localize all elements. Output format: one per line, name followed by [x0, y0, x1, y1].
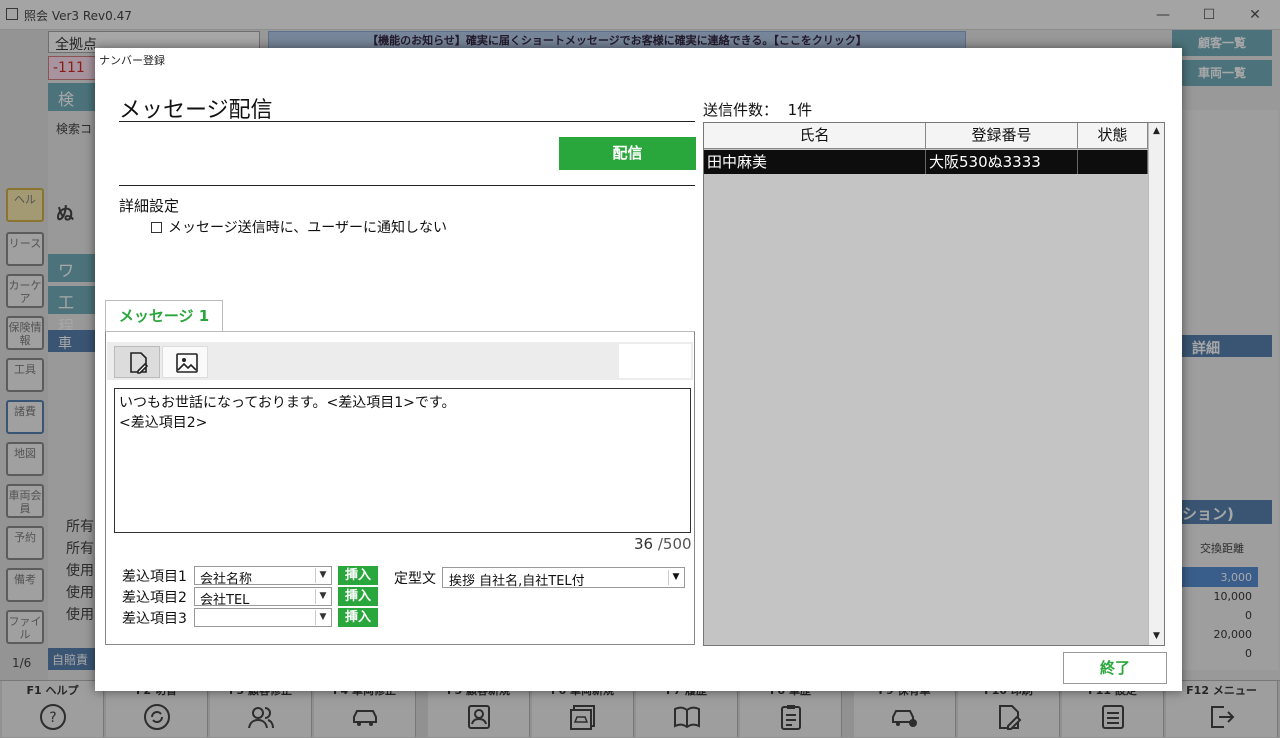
- insert-item-1-value: 会社名称: [200, 572, 253, 587]
- message-tab-panel: いつもお世話になっております。<差込項目1>です。 <差込項目2> 36 /50…: [105, 331, 695, 645]
- tab-message-1[interactable]: メッセージ 1: [105, 300, 223, 332]
- send-count-value: 1件: [787, 101, 813, 119]
- dialog-title: ナンバー登録: [99, 54, 165, 67]
- toolbar-blank: [619, 344, 691, 378]
- insert-item-3-select[interactable]: ▼: [194, 608, 332, 627]
- heading-divider: [119, 121, 695, 122]
- insert-item-3-label: 差込項目3: [122, 611, 187, 627]
- scroll-down-icon[interactable]: ▼: [1149, 629, 1164, 644]
- image-mode-button[interactable]: [162, 346, 208, 378]
- message-textarea[interactable]: いつもお世話になっております。<差込項目1>です。 <差込項目2>: [114, 388, 691, 533]
- insert-item-1-button[interactable]: 挿入: [338, 566, 378, 585]
- char-count: 36: [634, 535, 654, 553]
- insert-item-3-button[interactable]: 挿入: [338, 608, 378, 627]
- cell-plate: 大阪530ぬ3333: [926, 150, 1078, 174]
- send-count-label: 送信件数：: [703, 101, 779, 119]
- no-notify-label: メッセージ送信時に、ユーザーに通知しない: [168, 220, 448, 236]
- text-mode-button[interactable]: [114, 346, 160, 378]
- section-divider: [119, 185, 695, 186]
- insert-item-2-label: 差込項目2: [122, 590, 187, 606]
- column-plate[interactable]: 登録番号: [926, 123, 1078, 149]
- edit-doc-icon: [130, 352, 149, 374]
- cell-name: 田中麻美: [704, 150, 926, 174]
- insert-item-2-button[interactable]: 挿入: [338, 587, 378, 606]
- table-row[interactable]: 田中麻美 大阪530ぬ3333: [704, 150, 1148, 174]
- grid-header: 氏名 登録番号 状態: [704, 123, 1148, 149]
- chevron-down-icon: ▼: [315, 589, 330, 604]
- cell-status: [1078, 150, 1148, 174]
- chevron-down-icon: ▼: [668, 570, 683, 585]
- char-counter: 36 /500: [634, 535, 692, 553]
- send-button[interactable]: 配信: [559, 137, 696, 170]
- editor-toolbar: [107, 342, 693, 380]
- no-notify-option[interactable]: メッセージ送信時に、ユーザーに通知しない: [151, 217, 447, 237]
- image-icon: [176, 353, 198, 373]
- template-select[interactable]: 挨拶 自社名,自社TEL付 ▼: [442, 567, 685, 589]
- column-name[interactable]: 氏名: [704, 123, 926, 149]
- close-button[interactable]: 終了: [1063, 652, 1167, 684]
- message-heading: メッセージ配信: [119, 98, 273, 123]
- recipient-grid: 氏名 登録番号 状態 田中麻美 大阪530ぬ3333 ▲ ▼: [703, 122, 1165, 646]
- grid-scrollbar[interactable]: ▲ ▼: [1148, 123, 1164, 645]
- insert-item-2-select[interactable]: 会社TEL ▼: [194, 587, 332, 608]
- chevron-down-icon: ▼: [315, 568, 330, 583]
- column-status[interactable]: 状態: [1078, 123, 1148, 149]
- chevron-down-icon: ▼: [315, 610, 330, 625]
- insert-item-1-label: 差込項目1: [122, 569, 187, 585]
- char-max: /500: [657, 535, 692, 553]
- template-label: 定型文: [394, 571, 436, 587]
- insert-item-1-select[interactable]: 会社名称 ▼: [194, 566, 332, 587]
- no-notify-checkbox[interactable]: [151, 222, 162, 233]
- send-count: 送信件数： 1件: [703, 99, 812, 120]
- insert-item-2-value: 会社TEL: [200, 593, 250, 608]
- scroll-up-icon[interactable]: ▲: [1149, 124, 1164, 139]
- detail-settings-heading: 詳細設定: [119, 197, 180, 215]
- template-value: 挨拶 自社名,自社TEL付: [449, 574, 585, 589]
- message-dialog: ナンバー登録 メッセージ配信 配信 詳細設定 メッセージ送信時に、ユーザーに通知…: [95, 48, 1182, 691]
